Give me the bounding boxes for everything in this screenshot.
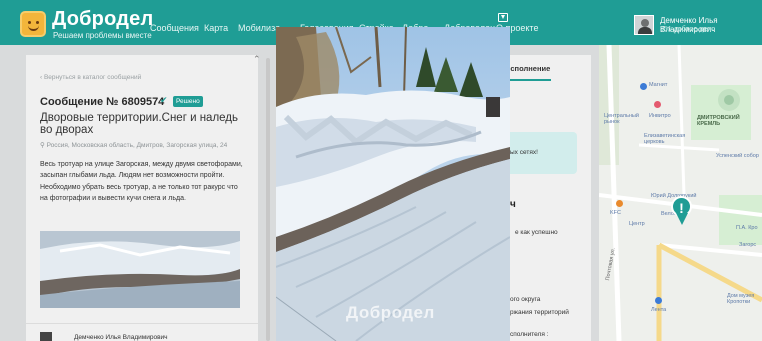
- user-avatar[interactable]: [634, 15, 654, 35]
- execution-text: ого округа: [510, 296, 541, 303]
- photo-watermark: Добродел: [346, 303, 435, 322]
- nav-item-map[interactable]: Карта: [204, 23, 228, 33]
- tab-active-indicator: [505, 79, 551, 81]
- check-icon: ✔: [160, 95, 168, 105]
- user-karma: 351 доброе дело: [660, 26, 716, 33]
- card-scrollbar[interactable]: [266, 58, 270, 341]
- download-icon[interactable]: [498, 13, 508, 22]
- map-label: Успенский собор: [716, 153, 759, 159]
- nav-item-mobilization[interactable]: Мобилиза: [238, 23, 280, 33]
- map-label: Загорс: [739, 242, 757, 248]
- message-category: Дворовые территории.Снег и наледь во дво…: [40, 112, 239, 136]
- map-label: Инвитро: [649, 113, 671, 119]
- logo-eye: [36, 21, 39, 24]
- execution-text: ржания территорий: [510, 309, 569, 316]
- avatar-head: [641, 19, 649, 27]
- execution-heading: ч: [510, 199, 516, 210]
- execution-text: е как успешно: [515, 229, 558, 236]
- location-pin-icon: ⚲: [40, 142, 47, 149]
- tab-execution[interactable]: Исполнение: [505, 64, 550, 73]
- location-map[interactable]: Магнит Центральный рынок Инвитро ДМИТРОВ…: [599, 45, 762, 341]
- thumbnail-image: [40, 231, 240, 308]
- photo-thumbnail[interactable]: [40, 231, 240, 308]
- map-label: ДМИТРОВСКИЙ КРЕМЛЬ: [697, 115, 740, 127]
- status-badge: Решено: [173, 96, 203, 107]
- address-text: Россия, Московская область, Дмитров, Заг…: [46, 142, 228, 149]
- location-pin-tail: [676, 213, 688, 225]
- logo-title[interactable]: Добродел: [52, 8, 153, 31]
- message-title: Сообщение № 6809574: [40, 96, 165, 108]
- logo-eye: [28, 21, 31, 24]
- execution-text: сполнителя :: [510, 331, 549, 338]
- map-label: Лента: [651, 307, 667, 313]
- card-divider: [26, 323, 258, 324]
- author-avatar: [40, 332, 52, 341]
- map-label: Дом музея Кропотки: [727, 293, 755, 305]
- nav-item-messages[interactable]: Сообщения: [150, 23, 199, 33]
- message-description: Весь тротуар на улице Загорская, между д…: [40, 161, 243, 202]
- map-label: Елизаветинская церковь: [644, 133, 686, 145]
- map-poi-icon[interactable]: [654, 101, 661, 108]
- avatar-body: [638, 27, 652, 34]
- photo-viewer[interactable]: [276, 27, 510, 341]
- map-label: Центр: [629, 221, 645, 227]
- map-label: KFC: [610, 210, 621, 216]
- map-poi-icon[interactable]: [616, 200, 623, 207]
- notice-text: ых сетях!: [510, 149, 538, 156]
- map-label: Центральный рынок: [604, 113, 639, 125]
- map-poi-icon[interactable]: [640, 83, 647, 90]
- map-poi-icon[interactable]: [655, 297, 662, 304]
- map-label: П.А. Кро: [736, 225, 758, 231]
- back-to-catalog-link[interactable]: ‹ Вернуться в каталог сообщений: [40, 74, 141, 81]
- close-icon[interactable]: ⌃: [253, 54, 261, 65]
- logo-smile: [28, 25, 39, 31]
- logo-icon[interactable]: [20, 11, 46, 37]
- snow-photo: [276, 27, 510, 341]
- message-card: ‹ Вернуться в каталог сообщений Сообщени…: [26, 55, 258, 341]
- map-label: Магнит: [649, 82, 668, 88]
- message-address: ⚲ Россия, Московская область, Дмитров, З…: [40, 141, 227, 149]
- author-name: Демченко Илья Владимирович: [74, 334, 168, 341]
- logo-subtitle: Решаем проблемы вместе: [53, 31, 152, 40]
